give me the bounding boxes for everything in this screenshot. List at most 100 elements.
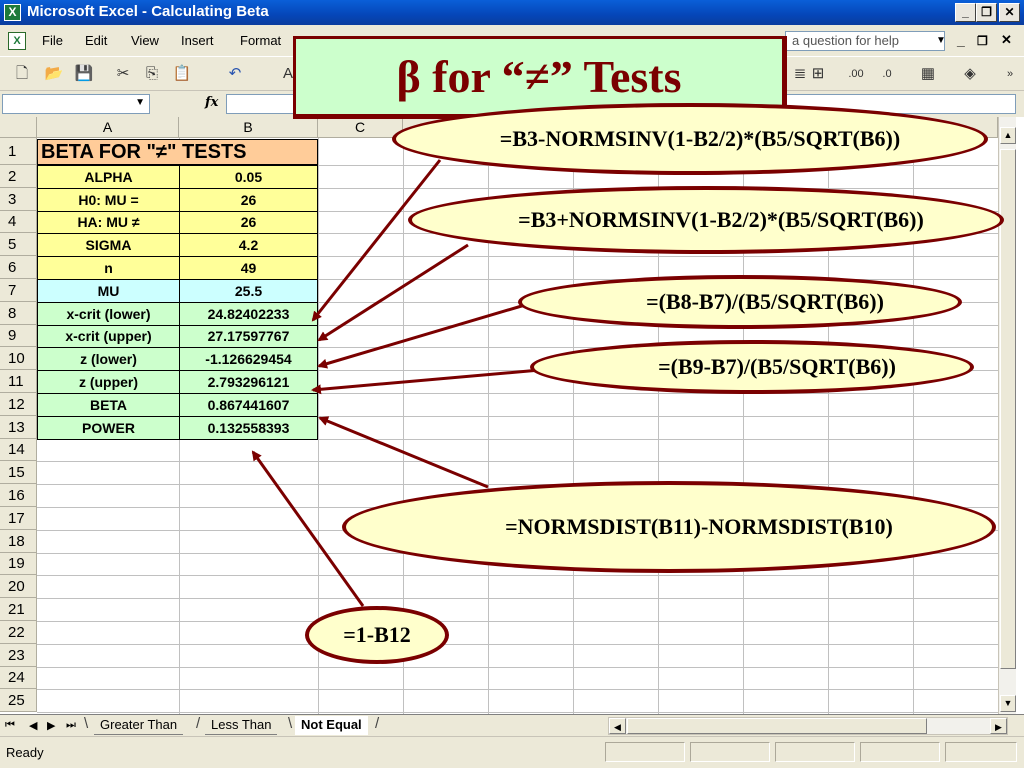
- value-cell[interactable]: 26: [179, 188, 318, 212]
- open-icon[interactable]: 📂: [44, 64, 64, 84]
- toolbar-options-icon[interactable]: »: [1000, 64, 1020, 84]
- scroll-left-icon[interactable]: ◀: [609, 718, 626, 734]
- value-cell[interactable]: 0.867441607: [179, 393, 318, 417]
- value-cell[interactable]: 26: [179, 211, 318, 234]
- column-header-b[interactable]: B: [179, 117, 318, 138]
- row-header-10[interactable]: 10: [0, 347, 37, 370]
- label-cell[interactable]: x-crit (upper): [37, 325, 180, 348]
- table-header-cell[interactable]: BETA FOR "≠" TESTS: [37, 139, 318, 165]
- minimize-button[interactable]: _: [955, 3, 976, 22]
- scroll-down-icon[interactable]: ▼: [1000, 695, 1016, 712]
- menu-file[interactable]: File: [42, 33, 63, 48]
- label-cell[interactable]: MU: [37, 279, 180, 303]
- value-cell[interactable]: -1.126629454: [179, 347, 318, 371]
- new-icon[interactable]: 🗋: [12, 64, 32, 84]
- next-sheet-icon[interactable]: ▶: [47, 719, 55, 732]
- row-header-23[interactable]: 23: [0, 644, 37, 667]
- doc-restore-icon[interactable]: ❐: [977, 34, 988, 48]
- menu-edit[interactable]: Edit: [85, 33, 107, 48]
- menu-format[interactable]: Format: [240, 33, 281, 48]
- last-sheet-icon[interactable]: ⏭: [66, 719, 76, 732]
- column-header-a[interactable]: A: [37, 117, 179, 138]
- tab-greater-than[interactable]: Greater Than: [94, 716, 184, 735]
- value-cell[interactable]: 0.05: [179, 165, 318, 189]
- label-cell[interactable]: POWER: [37, 416, 180, 440]
- ask-question-input[interactable]: a question for help: [785, 31, 945, 51]
- row-header-5[interactable]: 5: [0, 233, 37, 256]
- close-button[interactable]: ✕: [999, 3, 1020, 22]
- label-cell[interactable]: z (lower): [37, 347, 180, 371]
- value-cell[interactable]: 25.5: [179, 279, 318, 303]
- tab-not-equal[interactable]: Not Equal: [295, 716, 368, 735]
- row-header-25[interactable]: 25: [0, 689, 37, 712]
- column-header-c[interactable]: C: [318, 117, 403, 138]
- row-header-4[interactable]: 4: [0, 211, 37, 233]
- scroll-up-icon[interactable]: ▲: [1000, 127, 1016, 144]
- value-cell[interactable]: 4.2: [179, 233, 318, 257]
- cut-icon[interactable]: ✂: [113, 64, 133, 84]
- value-cell[interactable]: 27.17597767: [179, 325, 318, 348]
- horizontal-scrollbar[interactable]: ◀ ▶: [608, 717, 1008, 735]
- row-header-15[interactable]: 15: [0, 461, 37, 484]
- row-header-22[interactable]: 22: [0, 621, 37, 644]
- vertical-scroll-thumb[interactable]: [1000, 149, 1016, 669]
- label-cell[interactable]: HA: MU ≠: [37, 211, 180, 234]
- row-header-19[interactable]: 19: [0, 553, 37, 575]
- label-cell[interactable]: SIGMA: [37, 233, 180, 257]
- increase-decimal-icon[interactable]: .00: [846, 64, 866, 84]
- row-header-20[interactable]: 20: [0, 575, 37, 598]
- doc-close-icon[interactable]: ✕: [1001, 32, 1012, 48]
- align-right-icon[interactable]: ≣: [790, 64, 810, 84]
- row-header-14[interactable]: 14: [0, 439, 37, 461]
- row-header-1[interactable]: 1: [0, 138, 37, 165]
- row-header-21[interactable]: 21: [0, 598, 37, 621]
- paste-icon[interactable]: 📋: [172, 64, 192, 84]
- decrease-decimal-icon[interactable]: .0: [877, 64, 897, 84]
- name-box[interactable]: ▼: [2, 94, 150, 114]
- select-all-corner[interactable]: [0, 117, 37, 138]
- save-icon[interactable]: 💾: [74, 64, 94, 84]
- restore-button[interactable]: ❐: [976, 3, 997, 22]
- row-header-8[interactable]: 8: [0, 302, 37, 325]
- horizontal-scroll-thumb[interactable]: [627, 718, 927, 734]
- menu-insert[interactable]: Insert: [181, 33, 214, 48]
- tab-less-than[interactable]: Less Than: [205, 716, 278, 735]
- value-cell[interactable]: 24.82402233: [179, 302, 318, 326]
- row-header-18[interactable]: 18: [0, 530, 37, 553]
- prev-sheet-icon[interactable]: ◀: [29, 719, 37, 732]
- copy-icon[interactable]: ⎘: [142, 64, 162, 84]
- name-box-dropdown-icon[interactable]: ▼: [135, 97, 145, 108]
- label-cell[interactable]: H0: MU =: [37, 188, 180, 212]
- function-icon[interactable]: fx: [205, 95, 218, 110]
- row-header-9[interactable]: 9: [0, 325, 37, 347]
- label-cell[interactable]: ALPHA: [37, 165, 180, 189]
- merge-center-icon[interactable]: ⊞: [808, 64, 828, 84]
- value-cell[interactable]: 0.132558393: [179, 416, 318, 440]
- doc-minimize-icon[interactable]: _: [957, 32, 965, 48]
- scroll-right-icon[interactable]: ▶: [990, 718, 1007, 734]
- value-cell[interactable]: 49: [179, 256, 318, 280]
- row-header-24[interactable]: 24: [0, 667, 37, 689]
- row-header-12[interactable]: 12: [0, 393, 37, 416]
- workbook-icon[interactable]: X: [8, 32, 26, 50]
- menu-view[interactable]: View: [131, 33, 159, 48]
- fill-color-icon[interactable]: ◈: [960, 64, 980, 84]
- vertical-scrollbar[interactable]: ▲ ▼: [998, 117, 1016, 714]
- label-cell[interactable]: BETA: [37, 393, 180, 417]
- undo-icon[interactable]: ↶: [225, 64, 245, 84]
- row-header-7[interactable]: 7: [0, 279, 37, 302]
- row-header-16[interactable]: 16: [0, 484, 37, 507]
- label-cell[interactable]: x-crit (lower): [37, 302, 180, 326]
- row-header-3[interactable]: 3: [0, 188, 37, 211]
- row-header-11[interactable]: 11: [0, 370, 37, 393]
- first-sheet-icon[interactable]: ⏮: [5, 719, 15, 732]
- row-header-2[interactable]: 2: [0, 165, 37, 188]
- row-header-13[interactable]: 13: [0, 416, 37, 439]
- ask-dropdown-icon[interactable]: ▼: [936, 35, 946, 46]
- row-header-17[interactable]: 17: [0, 507, 37, 530]
- borders-icon[interactable]: ▦: [918, 64, 938, 84]
- label-cell[interactable]: n: [37, 256, 180, 280]
- row-header-6[interactable]: 6: [0, 256, 37, 279]
- label-cell[interactable]: z (upper): [37, 370, 180, 394]
- value-cell[interactable]: 2.793296121: [179, 370, 318, 394]
